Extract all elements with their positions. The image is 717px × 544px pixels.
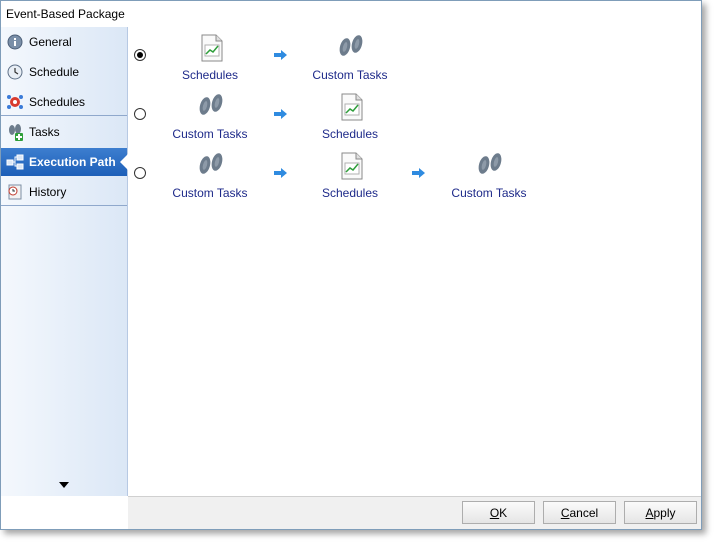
ok-button[interactable]: OK xyxy=(462,501,535,524)
ok-label: K xyxy=(499,505,508,520)
event-based-package-window: Event-Based Package General Schedule Sch… xyxy=(0,0,702,530)
path-step-label: Custom Tasks xyxy=(312,68,388,82)
footsteps-icon xyxy=(478,153,502,174)
execution-path-option-3: Custom Tasks Schedules Custom Tasks xyxy=(128,145,701,201)
path-step-schedules: Schedules xyxy=(300,145,400,201)
path-step-schedules: Schedules xyxy=(300,86,400,142)
sidebar-item-label: General xyxy=(29,35,72,49)
cancel-button[interactable]: Cancel xyxy=(543,501,616,524)
info-icon xyxy=(6,33,24,51)
path-step-label: Schedules xyxy=(321,186,379,200)
sidebar-item-label: Schedule xyxy=(29,65,80,79)
execution-path-radio-1[interactable] xyxy=(134,49,146,61)
right-arrow-icon xyxy=(412,168,425,178)
footsteps-icon xyxy=(339,35,363,56)
right-arrow-icon xyxy=(274,109,287,119)
sidebar: General Schedule Schedules Tasks Executi… xyxy=(1,27,128,496)
right-arrow-icon xyxy=(274,168,287,178)
sidebar-item-label: Execution Path xyxy=(29,155,116,169)
title-bar: Event-Based Package xyxy=(1,1,701,27)
schedule-report-icon xyxy=(341,93,363,121)
apply-label: pply xyxy=(653,505,676,520)
path-step-custom-tasks: Custom Tasks xyxy=(439,145,539,201)
execution-path-radio-3[interactable] xyxy=(134,167,146,179)
sidebar-item-tasks[interactable]: Tasks xyxy=(1,118,127,146)
path-step-schedules: Schedules xyxy=(160,27,260,83)
execution-path-option-2: Custom Tasks Schedules xyxy=(128,86,701,142)
sidebar-item-history[interactable]: History xyxy=(1,178,127,206)
sidebar-item-execution-path[interactable]: Execution Path xyxy=(1,148,128,176)
ok-accel: O xyxy=(489,505,500,520)
execution-path-icon xyxy=(6,153,24,171)
schedule-report-icon xyxy=(201,34,223,62)
sidebar-scroll-down-icon[interactable] xyxy=(59,482,69,488)
schedules-icon xyxy=(6,93,24,111)
dialog-footer: OK Cancel Apply xyxy=(128,496,701,529)
sidebar-item-schedules[interactable]: Schedules xyxy=(1,88,127,116)
execution-path-option-1: Schedules Custom Tasks xyxy=(128,27,701,83)
right-arrow-icon xyxy=(274,50,287,60)
path-step-custom-tasks: Custom Tasks xyxy=(160,86,260,142)
sidebar-item-label: History xyxy=(29,184,67,199)
path-step-custom-tasks: Custom Tasks xyxy=(300,27,400,83)
sidebar-item-schedule[interactable]: Schedule xyxy=(1,58,127,86)
window-title: Event-Based Package xyxy=(6,7,125,21)
execution-path-panel: Schedules Custom Tasks Custom Tasks Sche… xyxy=(128,27,701,496)
sidebar-item-label: Schedules xyxy=(29,94,86,109)
tasks-icon xyxy=(6,123,24,141)
sidebar-item-label: Tasks xyxy=(29,125,60,139)
schedule-report-icon xyxy=(341,152,363,180)
cancel-accel: C xyxy=(560,505,570,520)
clock-icon xyxy=(6,63,24,81)
path-step-label: Custom Tasks xyxy=(172,186,248,200)
footsteps-icon xyxy=(199,153,223,174)
path-step-label: Schedules xyxy=(321,127,379,141)
path-step-label: Custom Tasks xyxy=(451,186,527,200)
apply-button[interactable]: Apply xyxy=(624,501,697,524)
sidebar-item-general[interactable]: General xyxy=(1,28,127,56)
history-icon xyxy=(6,183,24,201)
cancel-label: ancel xyxy=(569,505,599,520)
footsteps-icon xyxy=(199,94,223,115)
execution-path-radio-2[interactable] xyxy=(134,108,146,120)
path-step-label: Schedules xyxy=(181,68,239,82)
path-step-custom-tasks: Custom Tasks xyxy=(160,145,260,201)
path-step-label: Custom Tasks xyxy=(172,127,248,141)
apply-accel: A xyxy=(645,505,654,520)
